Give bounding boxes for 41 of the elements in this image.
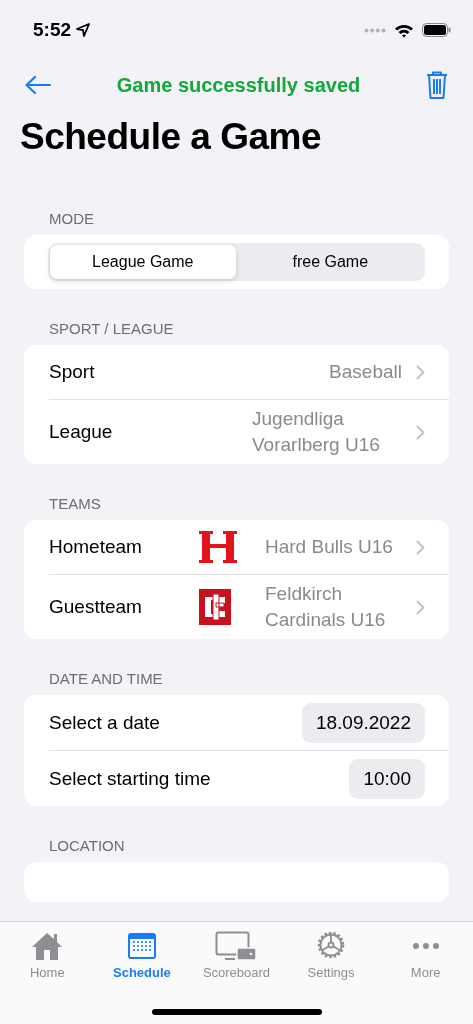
segment-tab[interactable]: free Game [237,245,423,279]
team-logo-icon [199,589,231,625]
row-value: Feldkirch Cardinals U16 [265,582,387,632]
list-row[interactable]: Sport Baseball [24,345,449,399]
team-logo-icon [199,531,237,563]
status-time: 5:52 [33,19,72,41]
tab-bar-item[interactable]: Schedule [94,930,190,980]
row-label: Select a date [49,711,161,734]
row-label: Sport [49,361,96,383]
monitor-icon [215,930,258,961]
home-icon [30,930,65,961]
row-label: League [49,421,114,443]
section-header: SPORT / LEAGUE [48,320,175,339]
wifi-icon [394,22,414,38]
list-row[interactable]: Guestteam Feldkirch Cardinals U16 [24,575,449,639]
row-value: Jugendliga Vorarlberg U16 [252,407,381,457]
list-row[interactable]: Hometeam Hard Bulls U16 [24,520,449,574]
row-label: Hometeam [49,536,143,558]
row-value: Baseball [329,360,402,384]
section-header: TEAMS [48,495,102,514]
chevron-icon [416,424,425,440]
row-value: Hard Bulls U16 [265,535,394,559]
calendar-icon [126,931,157,960]
more-icon [411,941,440,950]
picker-button[interactable]: 18.09.2022 [301,702,425,743]
page-title: Schedule a Game [20,116,322,158]
section-header: MODE [48,210,95,229]
list-row[interactable]: League Jugendliga Vorarlberg U16 [24,400,449,464]
location-arrow-icon [76,23,91,37]
chevron-icon [416,539,425,555]
section-header: LOCATION [48,837,126,856]
status-message: Game successfully saved [116,73,361,97]
row-label: Select starting time [49,767,212,790]
battery-icon [422,23,451,37]
signal-icon [364,27,386,33]
chevron-icon [416,599,425,615]
picker-button[interactable]: 10:00 [349,758,425,799]
segment-tab[interactable]: League Game [50,245,236,279]
section-header: DATE AND TIME [48,670,164,689]
row-label: Guestteam [49,596,143,618]
chevron-icon [416,364,425,380]
